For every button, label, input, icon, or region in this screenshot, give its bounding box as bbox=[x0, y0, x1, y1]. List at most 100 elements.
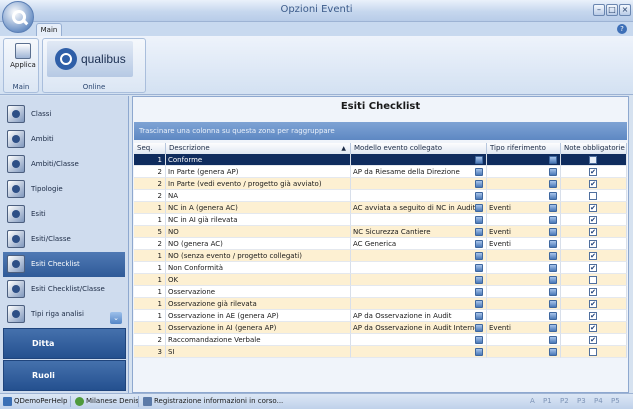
sidebar-item-esiti[interactable]: Esiti bbox=[3, 202, 125, 227]
column-header-note[interactable]: Note obbligatorie bbox=[561, 143, 627, 154]
note-obbligatorie-checkbox[interactable]: ✔ bbox=[589, 264, 597, 272]
maximize-button[interactable]: □ bbox=[606, 4, 618, 16]
tipo-dropdown-icon[interactable] bbox=[549, 156, 557, 164]
note-obbligatorie-checkbox[interactable]: ✔ bbox=[589, 228, 597, 236]
tipo-dropdown-icon[interactable] bbox=[549, 288, 557, 296]
cell-tipo[interactable]: Eventi bbox=[487, 226, 561, 238]
cell-descrizione[interactable]: Osservazione in AE (genera AP) bbox=[166, 310, 351, 322]
modello-dropdown-icon[interactable] bbox=[475, 300, 483, 308]
cell-tipo[interactable] bbox=[487, 262, 561, 274]
modello-dropdown-icon[interactable] bbox=[475, 324, 483, 332]
cell-modello[interactable] bbox=[351, 298, 487, 310]
sidebar-section-ruoli[interactable]: Ruoli bbox=[3, 360, 126, 391]
cell-tipo[interactable]: Eventi bbox=[487, 202, 561, 214]
note-obbligatorie-checkbox[interactable]: ✔ bbox=[589, 300, 597, 308]
table-row[interactable]: 1 Conforme bbox=[134, 154, 627, 166]
cell-seq[interactable]: 1 bbox=[134, 310, 166, 322]
minimize-button[interactable]: – bbox=[593, 4, 605, 16]
cell-tipo[interactable] bbox=[487, 166, 561, 178]
cell-descrizione[interactable]: Osservazione già rilevata bbox=[166, 298, 351, 310]
modello-dropdown-icon[interactable] bbox=[475, 180, 483, 188]
modello-dropdown-icon[interactable] bbox=[475, 312, 483, 320]
modello-dropdown-icon[interactable] bbox=[475, 156, 483, 164]
modello-dropdown-icon[interactable] bbox=[475, 288, 483, 296]
cell-descrizione[interactable]: NO bbox=[166, 226, 351, 238]
tipo-dropdown-icon[interactable] bbox=[549, 276, 557, 284]
cell-descrizione[interactable]: Osservazione bbox=[166, 286, 351, 298]
table-row[interactable]: 2 In Parte (genera AP) AP da Riesame della… bbox=[134, 166, 627, 178]
cell-descrizione[interactable]: NC in AI già rilevata bbox=[166, 214, 351, 226]
table-row[interactable]: 1 NC in AI già rilevata ✔ bbox=[134, 214, 627, 226]
table-row[interactable]: 1 Osservazione già rilevata ✔ bbox=[134, 298, 627, 310]
note-obbligatorie-checkbox[interactable] bbox=[589, 348, 597, 356]
tipo-dropdown-icon[interactable] bbox=[549, 300, 557, 308]
note-obbligatorie-checkbox[interactable] bbox=[589, 156, 597, 164]
sidebar-item-ambiti-classe[interactable]: Ambiti/Classe bbox=[3, 152, 125, 177]
cell-tipo[interactable] bbox=[487, 310, 561, 322]
modello-dropdown-icon[interactable] bbox=[475, 216, 483, 224]
note-obbligatorie-checkbox[interactable]: ✔ bbox=[589, 180, 597, 188]
cell-descrizione[interactable]: NO (genera AC) bbox=[166, 238, 351, 250]
table-row[interactable]: 1 OK bbox=[134, 274, 627, 286]
cell-descrizione[interactable]: Raccomandazione Verbale bbox=[166, 334, 351, 346]
cell-seq[interactable]: 1 bbox=[134, 250, 166, 262]
note-obbligatorie-checkbox[interactable]: ✔ bbox=[589, 216, 597, 224]
cell-tipo[interactable] bbox=[487, 298, 561, 310]
table-row[interactable]: 2 NA bbox=[134, 190, 627, 202]
table-row[interactable]: 2 In Parte (vedi evento / progetto già av… bbox=[134, 178, 627, 190]
cell-modello[interactable] bbox=[351, 262, 487, 274]
cell-seq[interactable]: 2 bbox=[134, 238, 166, 250]
note-obbligatorie-checkbox[interactable] bbox=[589, 276, 597, 284]
table-row[interactable]: 1 Osservazione ✔ bbox=[134, 286, 627, 298]
sidebar-scroll-down-icon[interactable]: ⌄ bbox=[110, 312, 122, 324]
sidebar-item-esiti-checklist-classe[interactable]: Esiti Checklist/Classe bbox=[3, 277, 125, 302]
cell-descrizione[interactable]: OK bbox=[166, 274, 351, 286]
cell-modello[interactable]: AP da Osservazione in Audit bbox=[351, 310, 487, 322]
modello-dropdown-icon[interactable] bbox=[475, 228, 483, 236]
tipo-dropdown-icon[interactable] bbox=[549, 252, 557, 260]
tipo-dropdown-icon[interactable] bbox=[549, 336, 557, 344]
cell-modello[interactable]: AC Generica bbox=[351, 238, 487, 250]
cell-modello[interactable]: AP da Riesame della Direzione bbox=[351, 166, 487, 178]
sidebar-item-tipologie[interactable]: Tipologie bbox=[3, 177, 125, 202]
tipo-dropdown-icon[interactable] bbox=[549, 264, 557, 272]
column-header-seq[interactable]: Seq. bbox=[134, 143, 166, 154]
modello-dropdown-icon[interactable] bbox=[475, 252, 483, 260]
tipo-dropdown-icon[interactable] bbox=[549, 192, 557, 200]
sidebar-item-esiti-checklist[interactable]: Esiti Checklist bbox=[3, 252, 125, 277]
cell-tipo[interactable] bbox=[487, 214, 561, 226]
cell-descrizione[interactable]: In Parte (vedi evento / progetto già avv… bbox=[166, 178, 351, 190]
cell-descrizione[interactable]: SI bbox=[166, 346, 351, 358]
cell-seq[interactable]: 2 bbox=[134, 166, 166, 178]
note-obbligatorie-checkbox[interactable]: ✔ bbox=[589, 240, 597, 248]
table-row[interactable]: 5 NO NC Sicurezza Cantiere Eventi ✔ bbox=[134, 226, 627, 238]
cell-modello[interactable] bbox=[351, 250, 487, 262]
tipo-dropdown-icon[interactable] bbox=[549, 240, 557, 248]
table-row[interactable]: 1 Non Conformità ✔ bbox=[134, 262, 627, 274]
sidebar-section-ditta[interactable]: Ditta bbox=[3, 328, 126, 359]
cell-modello[interactable] bbox=[351, 286, 487, 298]
tipo-dropdown-icon[interactable] bbox=[549, 324, 557, 332]
modello-dropdown-icon[interactable] bbox=[475, 276, 483, 284]
cell-modello[interactable] bbox=[351, 274, 487, 286]
cell-tipo[interactable] bbox=[487, 190, 561, 202]
cell-descrizione[interactable]: Non Conformità bbox=[166, 262, 351, 274]
cell-tipo[interactable] bbox=[487, 178, 561, 190]
cell-tipo[interactable] bbox=[487, 334, 561, 346]
table-row[interactable]: 2 Raccomandazione Verbale ✔ bbox=[134, 334, 627, 346]
cell-modello[interactable] bbox=[351, 154, 487, 166]
note-obbligatorie-checkbox[interactable]: ✔ bbox=[589, 324, 597, 332]
tab-main[interactable]: Main bbox=[36, 23, 62, 36]
modello-dropdown-icon[interactable] bbox=[475, 192, 483, 200]
group-by-area[interactable]: Trascinare una colonna su questa zona pe… bbox=[134, 122, 627, 140]
sidebar-item-ambiti[interactable]: Ambiti bbox=[3, 127, 125, 152]
cell-tipo[interactable]: Eventi bbox=[487, 322, 561, 334]
qualibus-logo[interactable]: qualibus bbox=[47, 41, 133, 77]
cell-descrizione[interactable]: In Parte (genera AP) bbox=[166, 166, 351, 178]
note-obbligatorie-checkbox[interactable]: ✔ bbox=[589, 336, 597, 344]
cell-modello[interactable]: AC avviata a seguito di NC in Audit bbox=[351, 202, 487, 214]
cell-seq[interactable]: 1 bbox=[134, 154, 166, 166]
cell-modello[interactable] bbox=[351, 190, 487, 202]
tipo-dropdown-icon[interactable] bbox=[549, 180, 557, 188]
cell-tipo[interactable] bbox=[487, 154, 561, 166]
